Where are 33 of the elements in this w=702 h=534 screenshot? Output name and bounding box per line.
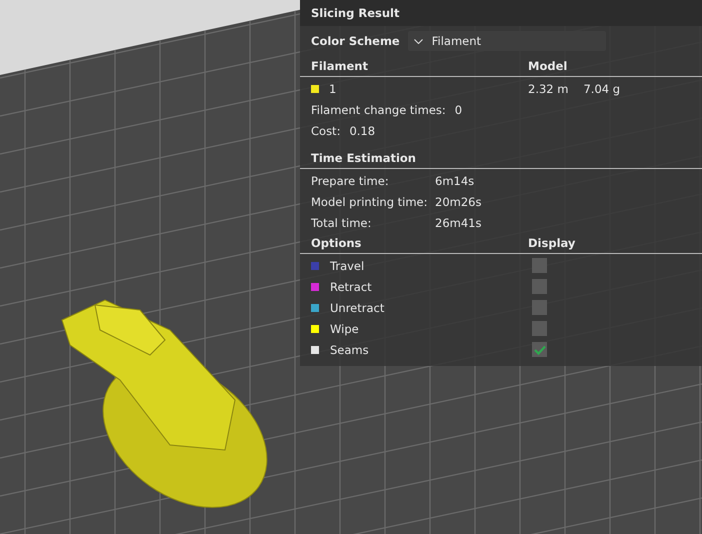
display-checkbox[interactable] bbox=[532, 321, 547, 336]
option-label: Wipe bbox=[330, 322, 359, 336]
column-header: Display bbox=[528, 236, 576, 250]
chevron-down-icon bbox=[414, 38, 423, 44]
filament-weight: 7.04 g bbox=[583, 82, 620, 96]
option-label: Seams bbox=[330, 342, 369, 356]
display-checkbox[interactable] bbox=[532, 258, 547, 273]
filament-length: 2.32 m bbox=[528, 82, 568, 96]
column-header: Model bbox=[528, 59, 568, 73]
filament-name: 1 bbox=[329, 82, 336, 96]
time-value: 6m14s bbox=[435, 174, 474, 188]
display-checkbox[interactable] bbox=[532, 279, 547, 294]
cost-value: 0.18 bbox=[349, 124, 376, 138]
cost-label: Cost: bbox=[311, 124, 340, 138]
time-label: Prepare time: bbox=[311, 174, 390, 188]
option-label: Travel bbox=[330, 258, 364, 272]
change-times-label: Filament change times: bbox=[311, 102, 446, 116]
time-value: 26m41s bbox=[435, 216, 482, 230]
section-title: Time Estimation bbox=[311, 151, 416, 165]
panel-title: Slicing Result bbox=[311, 6, 400, 20]
time-label: Total time: bbox=[311, 216, 372, 230]
time-label: Model printing time: bbox=[311, 194, 428, 208]
change-times-value: 0 bbox=[454, 102, 462, 116]
column-header: Options bbox=[311, 236, 362, 250]
option-label: Unretract bbox=[330, 300, 384, 314]
option-label: Retract bbox=[330, 280, 372, 294]
display-checkbox[interactable] bbox=[532, 342, 547, 357]
column-header: Filament bbox=[311, 59, 369, 73]
color-scheme-label: Color Scheme bbox=[311, 34, 400, 48]
color-scheme-dropdown[interactable]: Filament bbox=[408, 31, 606, 51]
display-checkbox[interactable] bbox=[532, 300, 547, 315]
time-value: 20m26s bbox=[435, 194, 482, 208]
checkmark-icon bbox=[534, 344, 546, 354]
